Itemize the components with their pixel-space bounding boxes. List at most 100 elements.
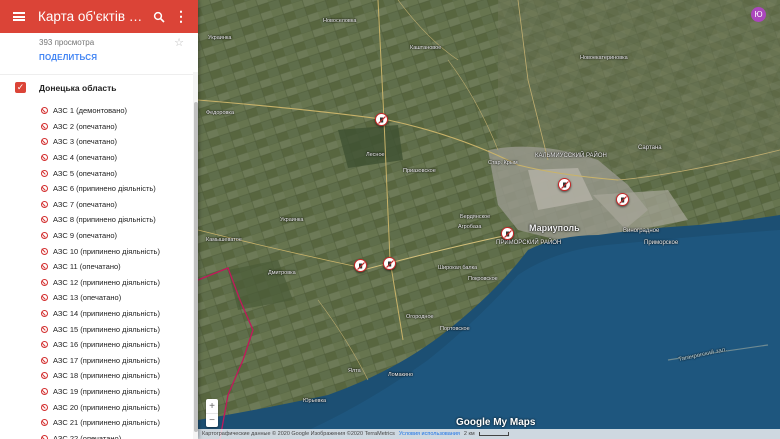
map-label-vinogradnoe: Виноградное: [623, 228, 660, 234]
place-list-item[interactable]: АЗС 8 (припинено діяльність): [0, 212, 198, 228]
place-list-item[interactable]: АЗС 15 (припинено діяльність): [0, 321, 198, 337]
place-list-item[interactable]: АЗС 22 (опечатано): [0, 430, 198, 439]
place-label: АЗС 14 (припинено діяльність): [53, 309, 160, 319]
google-my-maps-logo: Google My Maps: [456, 417, 536, 428]
map-attribution: Картографические данные © 2020 Google Из…: [202, 431, 395, 437]
map-label-priazovskoe: Приазовское: [403, 168, 436, 174]
layer-checkbox[interactable]: ✓: [15, 82, 26, 93]
no-gas-station-icon: [41, 278, 48, 286]
place-label: АЗС 21 (припинено діяльність): [53, 418, 160, 428]
place-list-item[interactable]: АЗС 20 (припинено діяльність): [0, 399, 198, 415]
map-label-pokrovskoe: Покровское: [468, 276, 498, 282]
map-marker[interactable]: [501, 227, 514, 240]
place-label: АЗС 10 (припинено діяльність): [53, 246, 160, 256]
map-view[interactable]: Украинка Новоселовка Каштановое Новоекат…: [198, 0, 780, 439]
place-label: АЗС 4 (опечатано): [53, 153, 118, 163]
map-marker[interactable]: [383, 257, 396, 270]
map-label-shirokaya-balka: Широкая балка: [438, 265, 478, 271]
zoom-out-button[interactable]: −: [206, 413, 218, 427]
place-label: АЗС 13 (опечатано): [53, 293, 122, 303]
place-label: АЗС 1 (демонтовано): [53, 106, 128, 116]
map-marker[interactable]: [354, 259, 367, 272]
no-gas-icon: [618, 195, 627, 204]
place-list-item[interactable]: АЗС 16 (припинено діяльність): [0, 337, 198, 353]
place-label: АЗС 16 (припинено діяльність): [53, 340, 160, 350]
scale-label: 2 км: [463, 431, 475, 437]
no-gas-station-icon: [41, 107, 48, 115]
place-label: АЗС 6 (припинено діяльність): [53, 184, 156, 194]
no-gas-station-icon: [41, 154, 48, 162]
zoom-in-button[interactable]: +: [206, 399, 218, 413]
no-gas-station-icon: [41, 263, 48, 271]
place-list-item[interactable]: АЗС 13 (опечатано): [0, 290, 198, 306]
no-gas-station-icon: [41, 356, 48, 364]
sidebar-panel: Карта об'єктів з реалі... ⋮ 393 просмотр…: [0, 0, 198, 439]
place-label: АЗС 20 (припинено діяльність): [53, 402, 160, 412]
place-list-item[interactable]: АЗС 1 (демонтовано): [0, 103, 198, 119]
no-gas-station-icon: [41, 372, 48, 380]
place-label: АЗС 5 (опечатано): [53, 168, 118, 178]
no-gas-icon: [560, 180, 569, 189]
no-gas-icon: [356, 261, 365, 270]
no-gas-station-icon: [41, 434, 48, 439]
sidebar-header: Карта об'єктів з реалі... ⋮: [0, 0, 198, 33]
place-list-item[interactable]: АЗС 9 (опечатано): [0, 228, 198, 244]
map-label-fedorovka: Федоровка: [206, 110, 235, 116]
no-gas-icon: [377, 115, 386, 124]
place-label: АЗС 8 (припинено діяльність): [53, 215, 156, 225]
no-gas-station-icon: [41, 341, 48, 349]
place-list-item[interactable]: АЗС 12 (припинено діяльність): [0, 275, 198, 291]
place-list-item[interactable]: АЗС 5 (опечатано): [0, 165, 198, 181]
map-label-primorsky: ПРИМОРСКИЙ РАЙОН: [496, 240, 562, 246]
terms-link[interactable]: Условия использования: [399, 431, 460, 437]
no-gas-station-icon: [41, 169, 48, 177]
place-list-item[interactable]: АЗС 4 (опечатано): [0, 150, 198, 166]
map-label-kashtanovoe: Каштановое: [410, 45, 442, 51]
map-marker[interactable]: [558, 178, 571, 191]
map-label-dmitrovka: Дмитровка: [268, 270, 296, 276]
place-list-item[interactable]: АЗС 17 (припинено діяльність): [0, 353, 198, 369]
place-list-item[interactable]: АЗС 21 (припинено діяльність): [0, 415, 198, 431]
no-gas-station-icon: [41, 387, 48, 395]
place-list-item[interactable]: АЗС 7 (опечатано): [0, 197, 198, 213]
place-list-item[interactable]: АЗС 19 (припинено діяльність): [0, 384, 198, 400]
checkmark-icon: ✓: [16, 82, 25, 92]
star-icon[interactable]: ☆: [174, 36, 184, 49]
place-list-item[interactable]: АЗС 3 (опечатано): [0, 134, 198, 150]
no-gas-station-icon: [41, 294, 48, 302]
map-label-novoekaterinovka: Новоекатериновка: [580, 55, 628, 61]
layer-name: Донецька область: [39, 82, 117, 93]
search-button[interactable]: [148, 0, 170, 33]
user-avatar[interactable]: Ю: [751, 7, 766, 22]
no-gas-station-icon: [41, 310, 48, 318]
place-list-item[interactable]: АЗС 14 (припинено діяльність): [0, 306, 198, 322]
menu-button[interactable]: [0, 0, 38, 33]
scale-bar: [478, 432, 509, 436]
map-label-lesnoe: Лесное: [366, 152, 385, 158]
no-gas-station-icon: [41, 232, 48, 240]
place-label: АЗС 22 (опечатано): [53, 433, 122, 439]
place-label: АЗС 18 (припинено діяльність): [53, 371, 160, 381]
map-marker[interactable]: [375, 113, 388, 126]
more-options-button[interactable]: ⋮: [170, 0, 192, 33]
map-label-lomakino: Ломакино: [388, 372, 414, 378]
no-gas-station-icon: [41, 200, 48, 208]
place-list-item[interactable]: АЗС 2 (опечатано): [0, 119, 198, 135]
scrollbar-thumb[interactable]: [193, 102, 198, 432]
map-label-novoselovka: Новоселовка: [323, 18, 357, 24]
map-label-staryi-krym: Стар. Крым: [488, 160, 518, 166]
map-marker[interactable]: [616, 193, 629, 206]
scrollbar-track[interactable]: [193, 72, 198, 439]
place-list-item[interactable]: АЗС 10 (припинено діяльність): [0, 243, 198, 259]
no-gas-station-icon: [41, 138, 48, 146]
map-label-kalmiusky: КАЛЬМИУССКИЙ РАЙОН: [535, 153, 607, 159]
place-list-item[interactable]: АЗС 11 (опечатано): [0, 259, 198, 275]
place-list-item[interactable]: АЗС 18 (припинено діяльність): [0, 368, 198, 384]
place-list: АЗС 1 (демонтовано) АЗС 2 (опечатано) АЗС …: [0, 100, 198, 439]
no-gas-station-icon: [41, 325, 48, 333]
share-button[interactable]: ПОДЕЛИТЬСЯ: [39, 53, 198, 62]
map-label-ukrainka: Украинка: [280, 217, 304, 223]
map-title: Карта об'єктів з реалі...: [38, 9, 148, 24]
map-label-berdyanskoe: Бердянское: [460, 214, 491, 220]
place-list-item[interactable]: АЗС 6 (припинено діяльність): [0, 181, 198, 197]
